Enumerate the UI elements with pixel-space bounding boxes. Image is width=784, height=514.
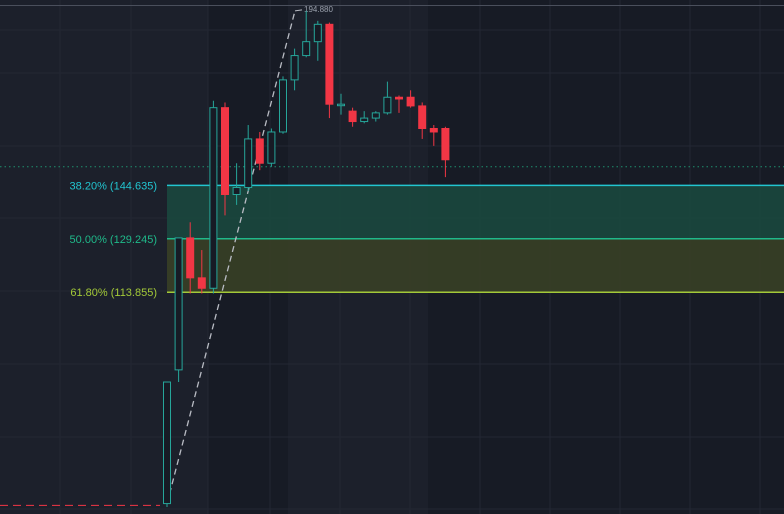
- candle-body: [244, 138, 253, 189]
- candle-body: [279, 79, 287, 133]
- candle-body: [360, 117, 369, 123]
- candle-10: [267, 128, 276, 167]
- candle-body: [163, 381, 171, 505]
- fib-level-label-382: 38.20% (144.635): [70, 180, 157, 192]
- candle-body: [406, 96, 415, 107]
- fib-zone-500-618: [167, 238, 784, 293]
- candle-body: [209, 107, 218, 289]
- candle-body: [429, 128, 438, 133]
- candle-body: [197, 277, 206, 289]
- candle-9: [255, 131, 264, 171]
- candle-body: [325, 23, 334, 105]
- candle-body: [290, 55, 299, 81]
- candle-body: [255, 138, 264, 164]
- candle-1: [163, 381, 171, 508]
- candle-2: [174, 237, 183, 383]
- fib-level-label-500: 50.00% (129.245): [70, 234, 157, 246]
- fib-zone-382-500: [167, 185, 784, 239]
- swing-high-label: 194.880: [304, 5, 333, 14]
- candle-body: [348, 110, 357, 123]
- candle-body: [174, 237, 183, 371]
- candle-body: [313, 23, 322, 43]
- candle-8: [244, 125, 253, 192]
- candle-body: [232, 187, 241, 195]
- candle-body: [221, 107, 229, 195]
- candle-body: [371, 112, 380, 119]
- fib-level-label-618: 61.80% (113.855): [70, 287, 157, 299]
- candle-25: [441, 126, 450, 178]
- candle-body: [302, 41, 311, 57]
- candle-body: [267, 131, 276, 164]
- candle-body: [337, 103, 345, 107]
- candle-body: [395, 96, 403, 100]
- candle-5: [209, 100, 218, 294]
- candle-15: [325, 22, 334, 119]
- candle-body: [441, 128, 450, 161]
- candle-body: [383, 96, 392, 114]
- candle-24: [429, 125, 438, 146]
- candle-body: [186, 237, 195, 279]
- candle-11: [279, 76, 287, 134]
- candle-body: [418, 105, 427, 129]
- chart-canvas[interactable]: 194.880 38.20% (144.635) 50.00% (129.245)…: [0, 0, 784, 514]
- fibonacci-candlestick-chart[interactable]: 194.880 38.20% (144.635) 50.00% (129.245)…: [0, 0, 784, 514]
